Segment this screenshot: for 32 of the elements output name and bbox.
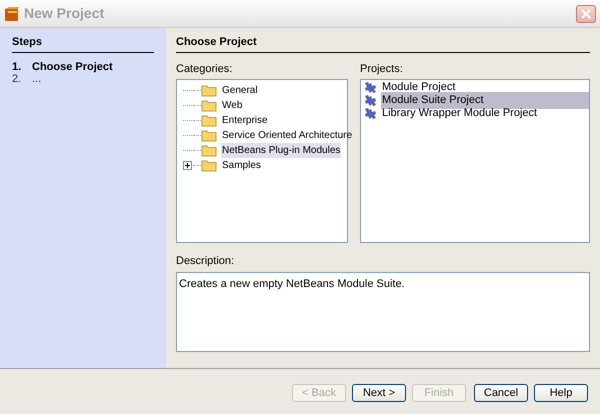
category-item[interactable]: Enterprise: [221, 113, 269, 128]
folder-icon: [201, 159, 217, 172]
folder-icon: [201, 114, 217, 127]
folder-icon: [201, 84, 217, 97]
dialog-button[interactable]: Cancel: [474, 384, 528, 402]
dialog-button[interactable]: Next >: [352, 384, 406, 402]
dialog-button[interactable]: Help: [534, 384, 588, 402]
window-title: New Project: [24, 4, 104, 23]
steps-title: Steps: [12, 34, 154, 52]
project-item[interactable]: Module Suite Project: [381, 92, 589, 109]
projects-label: Projects:: [360, 62, 404, 76]
folder-icon: [201, 99, 217, 112]
puzzle-icon: [364, 107, 378, 120]
panel-title: Choose Project: [176, 34, 590, 52]
step-item: 2. ...: [12, 72, 42, 84]
category-item[interactable]: NetBeans Plug-in Modules: [221, 143, 342, 158]
close-icon: [581, 8, 591, 18]
app-icon: [4, 6, 20, 22]
category-item[interactable]: General: [221, 83, 259, 98]
categories-label: Categories:: [176, 62, 234, 76]
close-button[interactable]: [576, 4, 596, 22]
description-box: Creates a new empty NetBeans Module Suite.: [176, 272, 590, 352]
description-label: Description:: [176, 254, 236, 269]
puzzle-icon: [364, 94, 378, 107]
step-item: 1. Choose Project: [12, 60, 114, 72]
puzzle-icon: [364, 81, 378, 94]
expand-icon[interactable]: [183, 161, 192, 170]
folder-icon: [201, 129, 217, 142]
category-item[interactable]: Service Oriented Architecture: [221, 128, 354, 143]
category-item[interactable]: Samples: [221, 158, 262, 173]
folder-icon: [201, 144, 217, 157]
category-item[interactable]: Web: [221, 98, 244, 113]
